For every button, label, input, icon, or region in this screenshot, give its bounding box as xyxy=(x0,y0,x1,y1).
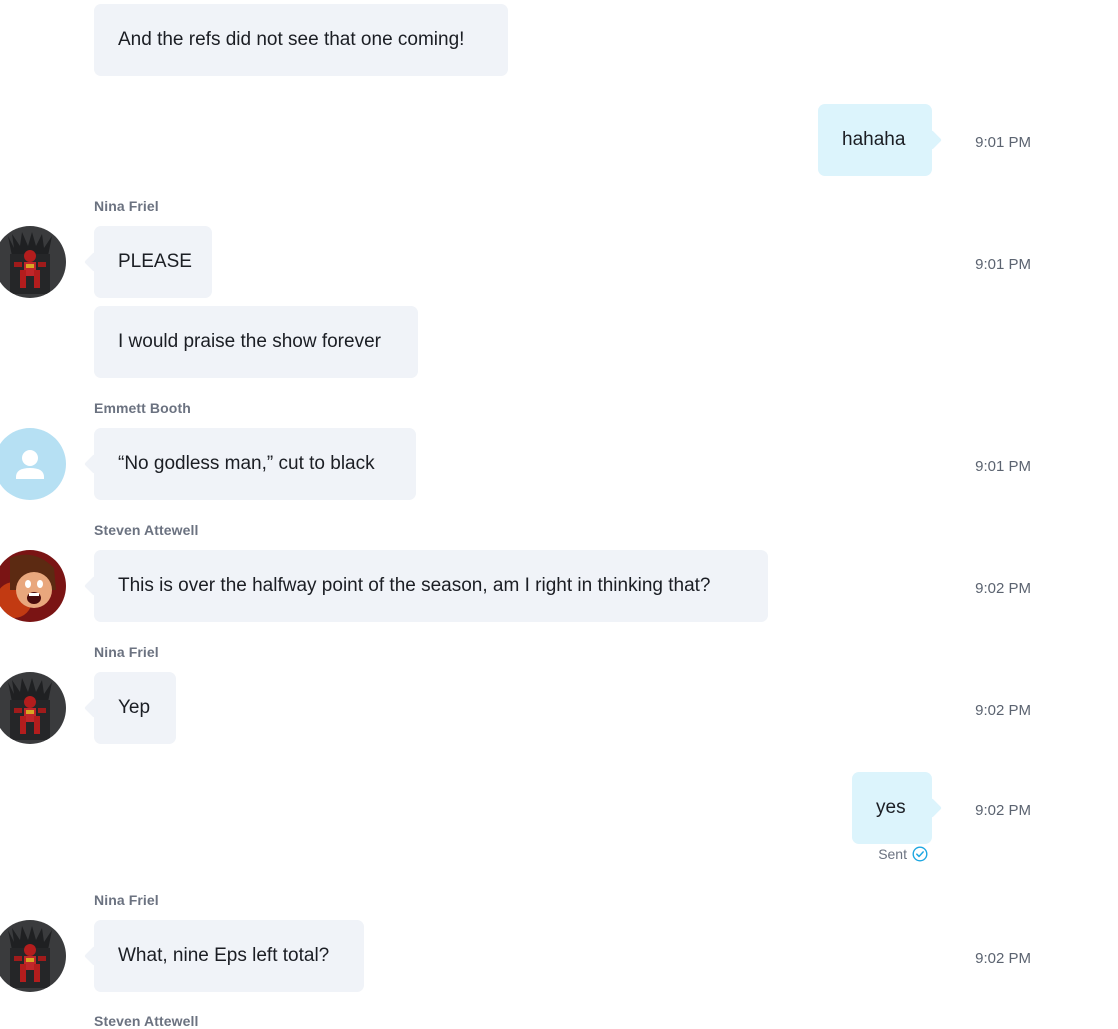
sender-name: Nina Friel xyxy=(94,892,159,908)
iron-man-throne-avatar[interactable] xyxy=(0,672,66,744)
delivery-status: Sent xyxy=(878,846,928,862)
sender-name: Nina Friel xyxy=(94,198,159,214)
sent-label: Sent xyxy=(878,846,907,862)
message-timestamp: 9:02 PM xyxy=(975,580,1031,597)
message-bubble: What, nine Eps left total? xyxy=(94,920,364,992)
message-bubble: This is over the halfway point of the se… xyxy=(94,550,768,622)
outgoing-message-bubble: yes xyxy=(852,772,932,844)
outgoing-message-bubble: hahaha xyxy=(818,104,932,176)
check-circle-icon xyxy=(912,846,928,862)
cartoon-shouting-avatar[interactable] xyxy=(0,550,66,622)
default-person-avatar[interactable] xyxy=(0,428,66,500)
sender-name: Nina Friel xyxy=(94,644,159,660)
message-timestamp: 9:02 PM xyxy=(975,702,1031,719)
message-bubble: And the refs did not see that one coming… xyxy=(94,4,508,76)
message-timestamp: 9:01 PM xyxy=(975,256,1031,273)
chat-transcript: And the refs did not see that one coming… xyxy=(0,0,1118,1029)
message-timestamp: 9:02 PM xyxy=(975,802,1031,819)
sender-name: Emmett Booth xyxy=(94,400,191,416)
message-timestamp: 9:02 PM xyxy=(975,950,1031,967)
message-bubble: “No godless man,” cut to black xyxy=(94,428,416,500)
iron-man-throne-avatar[interactable] xyxy=(0,920,66,992)
message-bubble: Yep xyxy=(94,672,176,744)
message-bubble: I would praise the show forever xyxy=(94,306,418,378)
sender-name: Steven Attewell xyxy=(94,1013,199,1029)
iron-man-throne-avatar[interactable] xyxy=(0,226,66,298)
sender-name: Steven Attewell xyxy=(94,522,199,538)
message-timestamp: 9:01 PM xyxy=(975,134,1031,151)
message-timestamp: 9:01 PM xyxy=(975,458,1031,475)
message-bubble: PLEASE xyxy=(94,226,212,298)
